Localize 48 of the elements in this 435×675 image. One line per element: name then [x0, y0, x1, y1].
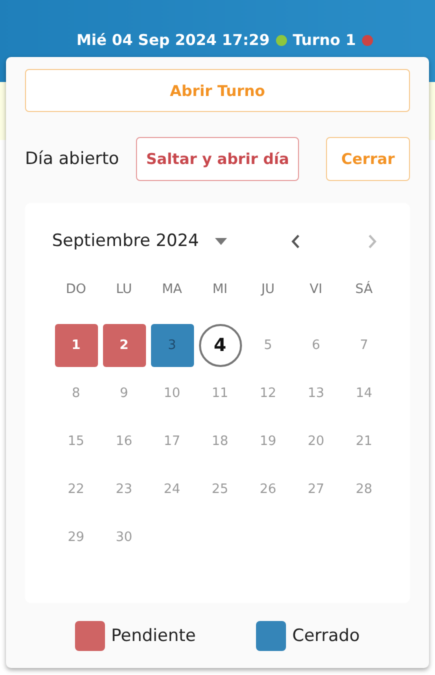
day[interactable]: 8	[54, 372, 98, 414]
day[interactable]: 19	[246, 420, 290, 462]
close-button[interactable]: Cerrar	[326, 137, 410, 181]
weekday-label: SÁ	[354, 280, 374, 298]
day[interactable]: 24	[150, 468, 194, 510]
date-time: Mié 04 Sep 2024 17:29	[76, 30, 270, 50]
pending-day[interactable]: 2	[102, 324, 146, 366]
day[interactable]: 13	[294, 372, 338, 414]
today-day[interactable]: 4	[198, 324, 242, 366]
day[interactable]: 12	[246, 372, 290, 414]
day[interactable]: 20	[294, 420, 338, 462]
closed-day[interactable]: 3	[150, 324, 194, 366]
day[interactable]: 30	[102, 516, 146, 558]
day[interactable]: 10	[150, 372, 194, 414]
legend-label: Pendiente	[111, 626, 196, 646]
weekday-label: MI	[211, 280, 229, 298]
weekday-label: MA	[160, 280, 184, 298]
day[interactable]: 9	[102, 372, 146, 414]
skip-and-open-day-button[interactable]: Saltar y abrir día	[136, 137, 300, 181]
day[interactable]: 6	[294, 324, 338, 366]
day[interactable]: 7	[342, 324, 386, 366]
day[interactable]: 11	[198, 372, 242, 414]
day[interactable]: 5	[246, 324, 290, 366]
day[interactable]: 22	[54, 468, 98, 510]
caret-icon[interactable]	[214, 238, 227, 244]
chevron-left-icon[interactable]	[290, 234, 300, 248]
day[interactable]: 14	[342, 372, 386, 414]
weekday-label: JU	[260, 280, 276, 298]
day[interactable]: 15	[54, 420, 98, 462]
day[interactable]: 23	[102, 468, 146, 510]
weekday-label: VI	[308, 280, 324, 298]
day[interactable]: 25	[198, 468, 242, 510]
shift-label: Turno 1	[292, 30, 356, 50]
day[interactable]: 27	[294, 468, 338, 510]
day[interactable]: 26	[246, 468, 290, 510]
open-shift-button[interactable]: Abrir Turno	[25, 69, 410, 112]
weekday-label: LU	[114, 280, 134, 298]
day[interactable]: 18	[198, 420, 242, 462]
day[interactable]: 16	[102, 420, 146, 462]
weekday-label: DO	[64, 280, 88, 298]
day-status: Día abierto	[25, 149, 120, 169]
day[interactable]: 21	[342, 420, 386, 462]
month-label: Septiembre 2024	[52, 231, 199, 251]
legend-label: Cerrado	[292, 626, 360, 646]
day[interactable]: 17	[150, 420, 194, 462]
day[interactable]: 29	[54, 516, 98, 558]
pending-day[interactable]: 1	[54, 324, 98, 366]
day[interactable]: 28	[342, 468, 386, 510]
